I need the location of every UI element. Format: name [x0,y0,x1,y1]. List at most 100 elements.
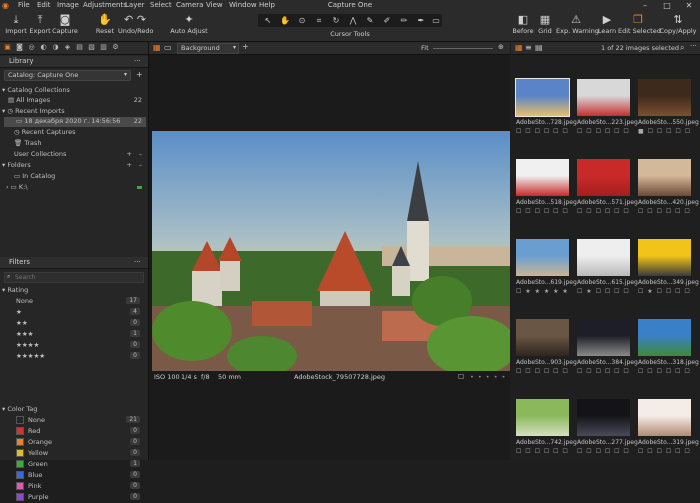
thumbnail[interactable] [638,399,691,436]
thumbnail[interactable] [577,159,630,196]
import-entry-item[interactable]: ▭ 18 декабря 2020 г. 14:56:56 22 [4,117,146,127]
thumbnail-rating[interactable]: ☐ ★ ★ ★ ★ ★ [516,288,576,295]
more-options-icon[interactable]: ··· [134,258,141,266]
folders-header[interactable]: ▾ Folders + – [2,161,146,171]
lens-tab-icon[interactable]: ◎ [27,43,36,52]
viewer-layout-icon[interactable]: ▦ [153,43,161,52]
drive-item[interactable]: › ▭ K:\ [6,183,146,193]
thumbnail[interactable] [515,78,570,117]
exposure-tab-icon[interactable]: ◑ [51,43,60,52]
thumbnail-rating[interactable]: ■ ☐ ☐ ☐ ☐ ☐ [638,128,698,135]
thumbnail[interactable] [577,399,630,436]
browser-list-icon[interactable]: ≡ [525,43,532,52]
thumbnail-rating[interactable]: ☐ ☐ ☐ ☐ ☐ ☐ [638,368,698,375]
pan-hand-icon[interactable]: ✋ [277,14,293,27]
export-button[interactable]: ⤒ Export [28,13,52,35]
background-select[interactable]: Background ▾ [177,43,239,54]
output-tab-icon[interactable]: ▥ [99,43,108,52]
trash-item[interactable]: 🗑 Trash [14,139,42,149]
rotate-icon[interactable]: ↻ [328,14,344,27]
rating-filter-row[interactable]: ★★★★★ 0 [16,352,146,362]
auto-adjust-button[interactable]: ✦ Auto Adjust [170,13,208,35]
color-tag-header[interactable]: ▾ Color Tag [2,405,37,415]
color-tag-filter-row[interactable]: Orange 0 [16,438,146,448]
before-button[interactable]: ◧ Before [512,13,534,35]
keystone-icon[interactable]: ⋀ [345,14,361,27]
capture-tab-icon[interactable]: ◙ [15,43,24,52]
zoom-slider[interactable] [433,48,493,49]
search-icon[interactable]: ⌕ [680,43,684,53]
user-collections-header[interactable]: User Collections + – [2,150,146,160]
select-cursor-icon[interactable]: ↖ [260,14,276,27]
thumbnail[interactable] [638,319,691,356]
thumbnail-rating[interactable]: ☐ ☐ ☐ ☐ ☐ ☐ [516,128,576,135]
main-photo[interactable] [152,131,510,371]
minimize-icon[interactable]: – [634,0,656,11]
browser-grid-icon[interactable]: ▦ [515,43,523,52]
rating-filter-row[interactable]: None 17 [16,297,146,307]
recent-captures-item[interactable]: ◷ Recent Captures [14,128,76,138]
exposure-warning-button[interactable]: ⚠ Exp. Warning [556,13,599,35]
add-collection-icon[interactable]: + [127,150,132,158]
all-images-item[interactable]: ▤ All Images 22 [8,96,146,106]
add-icon[interactable]: + [242,42,249,51]
thumbnail[interactable] [638,79,691,116]
zoom-icon[interactable]: ⊕ [498,43,504,51]
rating-header[interactable]: ▾ Rating [2,286,28,296]
add-catalog-icon[interactable]: + [136,70,143,79]
loupe-icon[interactable]: ⊙ [294,14,310,27]
maximize-icon[interactable]: □ [656,0,678,11]
thumbnail[interactable] [577,239,630,276]
brush-icon[interactable]: ✐ [379,14,395,27]
settings-gear-icon[interactable]: ⚙ [111,43,120,52]
copy-apply-button[interactable]: ⇅ Copy/Apply [658,13,698,35]
thumbnail[interactable] [516,239,569,276]
in-catalog-item[interactable]: ▭ In Catalog [14,172,55,182]
thumbnail[interactable] [638,159,691,196]
remove-collection-icon[interactable]: – [139,150,142,158]
import-button[interactable]: ⤓ Import [4,13,28,35]
color-tag-filter-row[interactable]: None 21 [16,416,146,426]
thumbnail-rating[interactable]: ☐ ★ ☐ ☐ ☐ ☐ [638,288,698,295]
more-options-icon[interactable]: ··· [134,57,141,65]
catalog-collections-header[interactable]: ▾ Catalog Collections [2,86,70,96]
rating-filter-row[interactable]: ★★★★ 0 [16,341,146,351]
rating-checkbox-icon[interactable]: ☐ [458,373,464,381]
undo-redo-button[interactable]: ↶ ↷ Undo/Redo [118,13,154,35]
thumbnail-rating[interactable]: ☐ ☐ ☐ ☐ ☐ ☐ [516,208,576,215]
search-field[interactable] [15,273,135,281]
rating-dots[interactable]: • • • • • [470,373,506,381]
thumbnail-rating[interactable]: ☐ ☐ ☐ ☐ ☐ ☐ [577,368,637,375]
library-section-header[interactable]: Library ··· [0,56,148,68]
thumbnail-rating[interactable]: ☐ ☐ ☐ ☐ ☐ ☐ [577,128,637,135]
eraser-icon[interactable]: ✏ [396,14,412,27]
color-tag-filter-row[interactable]: Red 0 [16,427,146,437]
library-tab-icon[interactable]: ▣ [3,43,12,52]
thumbnail-rating[interactable]: ☐ ★ ☐ ☐ ☐ ☐ [577,288,637,295]
more-options-icon[interactable]: ··· [690,42,697,50]
edit-selected-button[interactable]: ❐ Edit Selected [618,13,661,35]
thumbnail-rating[interactable]: ☐ ☐ ☐ ☐ ☐ ☐ [638,448,698,455]
recent-imports-item[interactable]: ▾ ◷ Recent Imports [2,107,65,117]
rating-filter-row[interactable]: ★ 4 [16,308,146,318]
annotate-icon[interactable]: ▭ [428,14,444,27]
thumbnail-rating[interactable]: ☐ ☐ ☐ ☐ ☐ ☐ [516,448,576,455]
crop-icon[interactable]: ⌗ [311,14,327,27]
catalog-select[interactable]: Catalog: Capture One ▾ [4,70,131,81]
zoom-fit-label[interactable]: Fit [421,44,429,52]
filters-search-input[interactable]: ⌕ [4,272,144,283]
thumbnail[interactable] [516,399,569,436]
learn-button[interactable]: ▶ Learn [596,13,618,35]
thumbnail-rating[interactable]: ☐ ☐ ☐ ☐ ☐ ☐ [577,448,637,455]
remove-folder-icon[interactable]: – [139,161,142,169]
color-tag-filter-row[interactable]: Blue 0 [16,471,146,481]
browser-filmstrip-icon[interactable]: ▤ [535,43,543,52]
spot-removal-icon[interactable]: ✎ [362,14,378,27]
rating-filter-row[interactable]: ★★ 0 [16,319,146,329]
reset-button[interactable]: ✋ Reset [94,13,116,35]
thumbnail[interactable] [516,319,569,356]
adjustments-tab-icon[interactable]: ▤ [75,43,84,52]
single-view-icon[interactable]: ▭ [164,43,172,52]
thumbnail-rating[interactable]: ☐ ☐ ☐ ☐ ☐ ☐ [638,208,698,215]
grid-button[interactable]: ▦ Grid [535,13,555,35]
